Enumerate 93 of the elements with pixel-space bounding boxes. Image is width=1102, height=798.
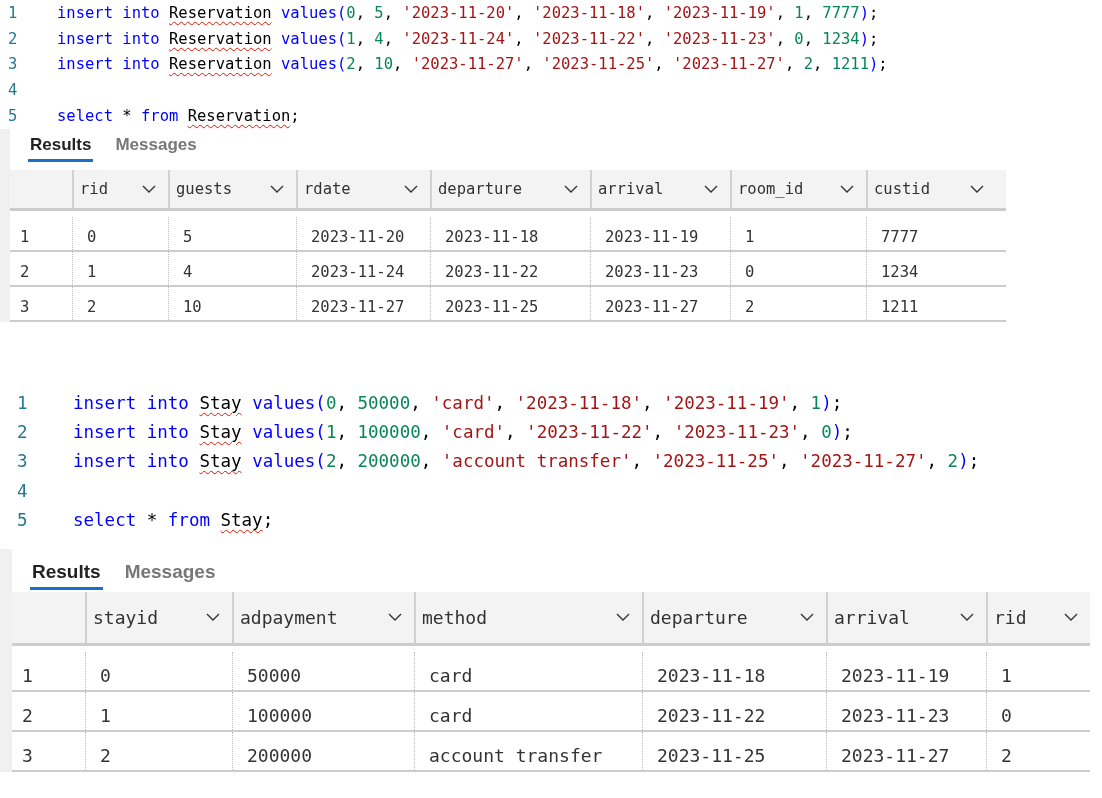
line-number: 2 (7, 29, 19, 48)
code-line: insert into Stay values(0, 50000, 'card', '2023-11-18', '2023-11-19', 1); (73, 392, 843, 413)
column-header[interactable]: room_id (738, 180, 804, 198)
chevron-down-icon[interactable] (388, 613, 402, 622)
line-number: 1 (16, 392, 29, 413)
table-cell: 2023-11-22 (657, 704, 766, 726)
table-cell: card (429, 664, 473, 686)
table-cell: card (429, 704, 473, 726)
table-cell: 2023-11-22 (445, 263, 539, 281)
table-cell: 1 (87, 263, 97, 281)
row-number: 2 (22, 704, 33, 726)
table-cell: 1234 (881, 263, 919, 281)
column-header[interactable]: arrival (834, 606, 910, 628)
line-number: 4 (16, 480, 29, 501)
table-cell: 1211 (881, 298, 919, 316)
code-line: insert into Reservation values(2, 10, '2023-11-27', '2023-11-25', '2023-11-27', 2, 1211); (57, 55, 888, 74)
table-cell: 1 (745, 228, 755, 246)
chevron-down-icon[interactable] (704, 185, 718, 193)
line-number: 2 (16, 422, 29, 443)
table-cell: 5 (183, 228, 193, 246)
table-cell: 2023-11-19 (605, 228, 699, 246)
table-cell: 2 (100, 744, 111, 766)
code-line: insert into Reservation values(0, 5, '2023-11-20', '2023-11-18', '2023-11-19', 1, 7777); (57, 3, 879, 22)
column-header[interactable]: adpayment (240, 606, 338, 628)
chevron-down-icon[interactable] (270, 185, 284, 193)
column-header[interactable]: guests (176, 180, 232, 198)
chevron-down-icon[interactable] (960, 613, 974, 622)
table-cell: 7777 (881, 228, 919, 246)
table-cell: account transfer (429, 744, 603, 766)
tab[interactable]: Results (28, 129, 94, 162)
table-cell: 2023-11-24 (311, 263, 405, 281)
chevron-down-icon[interactable] (800, 613, 814, 622)
table-cell: 1 (1001, 664, 1012, 686)
code-line: insert into Reservation values(1, 4, '2023-11-24', '2023-11-22', '2023-11-23', 0, 1234); (57, 29, 879, 48)
table-cell: 100000 (247, 704, 313, 726)
table-cell: 200000 (247, 744, 313, 766)
row-number: 3 (22, 744, 33, 766)
column-header[interactable]: arrival (598, 180, 664, 198)
column-header[interactable]: custid (874, 180, 930, 198)
table-cell: 0 (100, 664, 111, 686)
code-line: insert into Stay values(1, 100000, 'card', '2023-11-22', '2023-11-23', 0); (73, 422, 853, 443)
tab[interactable]: Results (30, 548, 103, 590)
table-cell: 10 (183, 298, 202, 316)
table-cell: 2023-11-27 (311, 298, 405, 316)
table-cell: 0 (87, 228, 97, 246)
table-cell: 2023-11-20 (311, 228, 405, 246)
chevron-down-icon[interactable] (616, 613, 630, 622)
line-number: 1 (7, 3, 19, 22)
chevron-down-icon[interactable] (206, 613, 220, 622)
table-cell: 2023-11-27 (841, 744, 950, 766)
row-number: 2 (20, 263, 30, 281)
table-cell: 2 (87, 298, 97, 316)
row-number: 1 (22, 664, 33, 686)
chevron-down-icon[interactable] (1064, 613, 1078, 622)
line-number: 3 (7, 55, 19, 74)
table-cell: 0 (745, 263, 755, 281)
row-number: 1 (20, 228, 30, 246)
table-cell: 1 (100, 704, 111, 726)
code-line: select * from Reservation; (57, 107, 300, 126)
table-cell: 50000 (247, 664, 302, 686)
table-cell: 2023-11-18 (445, 228, 539, 246)
table-cell: 2 (1001, 744, 1012, 766)
chevron-down-icon[interactable] (142, 185, 156, 193)
chevron-down-icon[interactable] (970, 185, 984, 193)
code-line: insert into Stay values(2, 200000, 'account transfer', '2023-11-25', '2023-11-27', 2); (73, 451, 980, 472)
table-cell: 2023-11-25 (657, 744, 766, 766)
column-header[interactable]: departure (650, 606, 748, 628)
column-header[interactable]: rid (80, 180, 108, 198)
table-cell: 4 (183, 263, 193, 281)
chevron-down-icon[interactable] (564, 185, 578, 193)
line-number: 5 (7, 107, 19, 126)
column-header[interactable]: stayid (93, 606, 159, 628)
code-line: select * from Stay; (73, 510, 274, 531)
column-header[interactable]: rid (994, 606, 1027, 628)
column-header[interactable]: rdate (304, 180, 351, 198)
line-number: 4 (7, 81, 19, 100)
tab[interactable]: Messages (113, 129, 199, 162)
table-cell: 2023-11-19 (841, 664, 950, 686)
table-cell: 2023-11-25 (445, 298, 539, 316)
table-cell: 2023-11-18 (657, 664, 766, 686)
column-header[interactable]: method (422, 606, 488, 628)
chevron-down-icon[interactable] (404, 185, 418, 193)
table-cell: 2 (745, 298, 755, 316)
line-number: 5 (16, 510, 29, 531)
line-number: 3 (16, 451, 29, 472)
table-cell: 0 (1001, 704, 1012, 726)
row-number: 3 (20, 298, 30, 316)
column-header[interactable]: departure (438, 180, 522, 198)
tab[interactable]: Messages (122, 548, 218, 590)
table-cell: 2023-11-27 (605, 298, 699, 316)
table-cell: 2023-11-23 (841, 704, 950, 726)
table-cell: 2023-11-23 (605, 263, 699, 281)
chevron-down-icon[interactable] (840, 185, 854, 193)
